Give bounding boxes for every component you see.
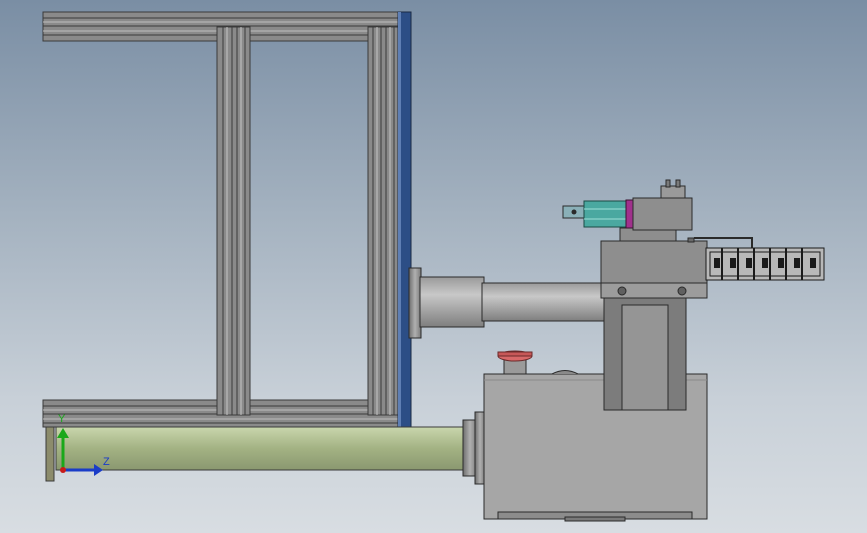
aluminium-frame <box>42 11 400 482</box>
emergency-stop-button <box>497 350 533 375</box>
lift-column <box>603 297 687 411</box>
triad-z-label: Z <box>103 456 110 468</box>
gripper-actuator <box>562 179 693 231</box>
upper-pipe-assembly <box>408 267 605 339</box>
frame-left-posts <box>216 26 251 416</box>
frame-foot <box>45 426 55 482</box>
cad-viewport[interactable]: Y Z <box>0 0 867 533</box>
mounting-panel <box>397 11 412 428</box>
cad-model-view <box>42 11 825 522</box>
head-block <box>600 227 708 299</box>
cable-drag-chain <box>694 237 825 281</box>
triad-y-label: Y <box>58 413 66 425</box>
x-axis-origin-icon <box>60 467 66 473</box>
frame-right-posts <box>367 26 399 416</box>
